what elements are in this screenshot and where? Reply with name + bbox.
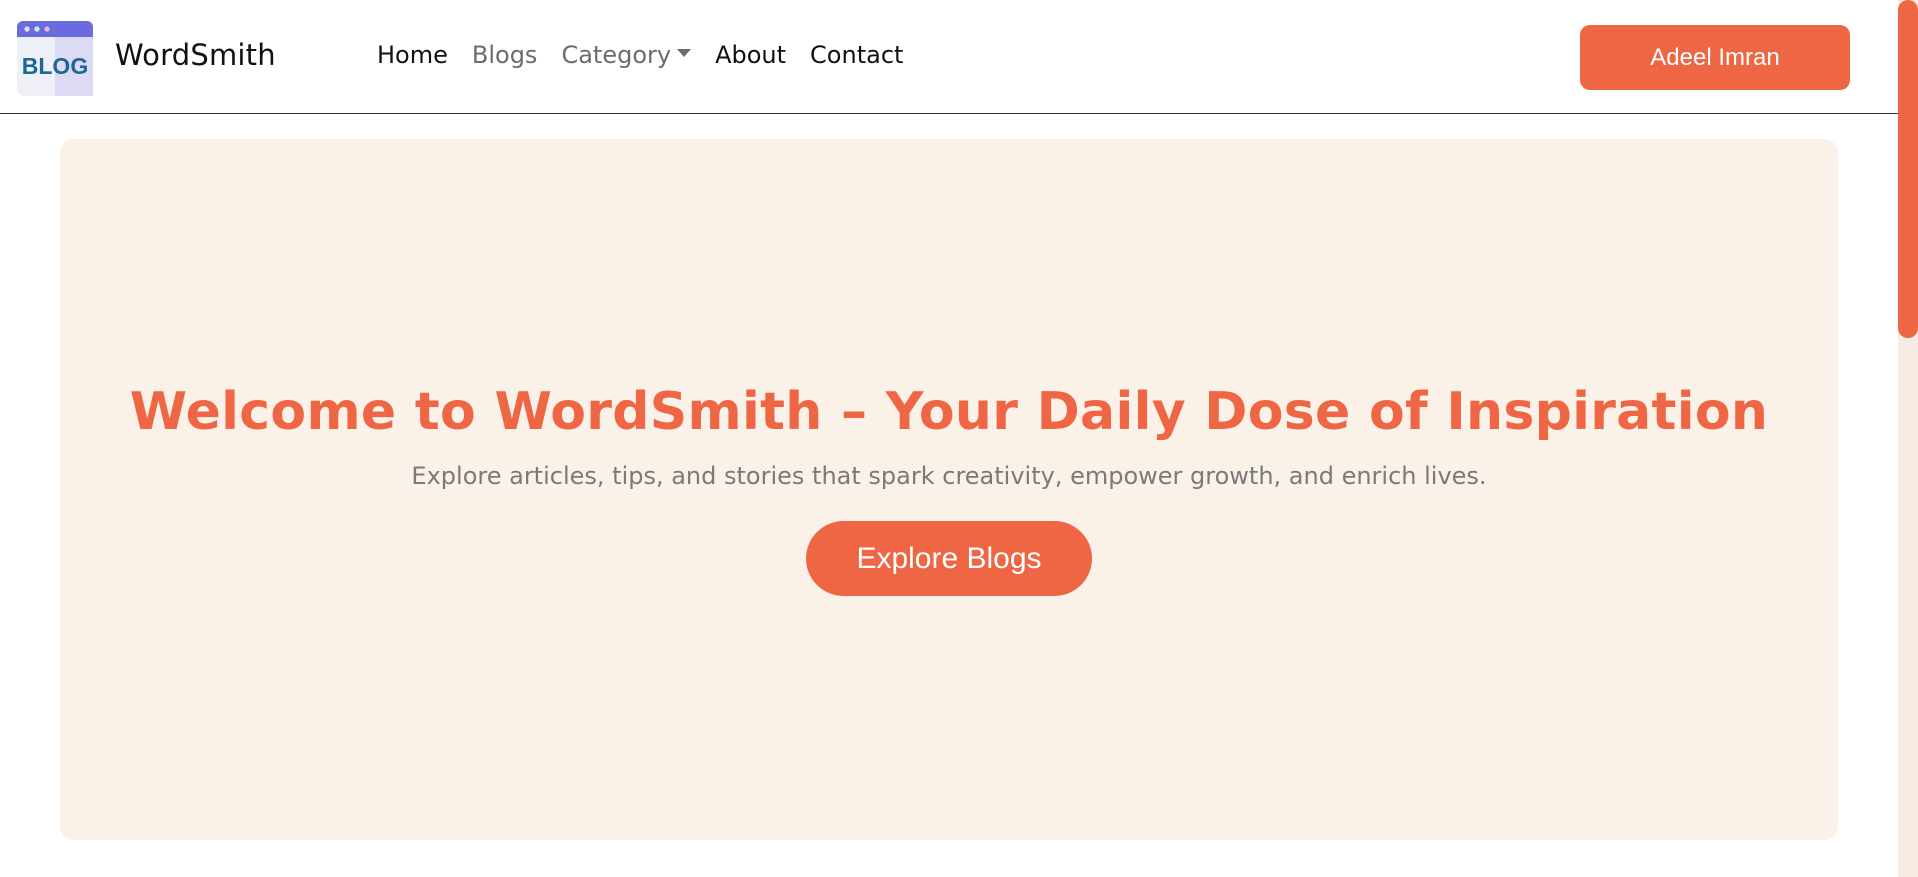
hero-subtitle: Explore articles, tips, and stories that… [411, 462, 1487, 490]
nav-link-home[interactable]: Home [377, 41, 448, 69]
hero-title: Welcome to WordSmith – Your Daily Dose o… [129, 382, 1769, 442]
hero-section: Welcome to WordSmith – Your Daily Dose o… [60, 139, 1838, 840]
nav-link-blogs[interactable]: Blogs [472, 41, 538, 69]
nav-link-contact[interactable]: Contact [810, 41, 903, 69]
scrollbar-thumb[interactable] [1898, 0, 1918, 338]
page: BLOG WordSmith Home Blogs Category About… [0, 0, 1918, 877]
blog-logo-icon[interactable]: BLOG [17, 21, 93, 96]
main-nav: Home Blogs Category About Contact [377, 41, 927, 69]
brand-name[interactable]: WordSmith [115, 38, 276, 72]
nav-link-about[interactable]: About [715, 41, 786, 69]
nav-dropdown-category[interactable]: Category [561, 41, 692, 69]
nav-category-label: Category [561, 41, 672, 69]
logo-text: BLOG [22, 53, 88, 79]
user-account-button[interactable]: Adeel Imran [1580, 25, 1850, 90]
explore-blogs-button[interactable]: Explore Blogs [806, 521, 1092, 596]
chevron-down-icon [677, 49, 692, 57]
navbar: BLOG WordSmith Home Blogs Category About… [0, 0, 1898, 114]
